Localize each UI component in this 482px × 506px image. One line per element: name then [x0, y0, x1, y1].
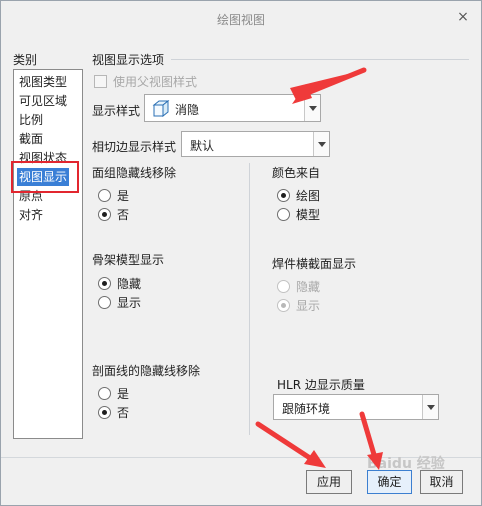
- section-hidden-label: 剖面线的隐藏线移除: [92, 364, 201, 378]
- tangent-edge-dropdown[interactable]: 默认: [181, 131, 330, 157]
- watermark: Baidu 经验: [367, 456, 445, 472]
- hlr-quality-label: HLR 边显示质量: [277, 378, 365, 392]
- weld-show-label: 显示: [296, 299, 321, 313]
- category-list[interactable]: 视图类型 可见区域 比例 截面 视图状态 视图显示 原点 对齐: [13, 69, 83, 439]
- skeleton-display-label: 骨架模型显示: [92, 253, 165, 267]
- section-hidden-yes-label: 是: [117, 387, 130, 401]
- chevron-down-icon[interactable]: [313, 132, 329, 156]
- section-hidden-yes-radio[interactable]: [98, 387, 111, 400]
- weld-hide-radio[interactable]: [277, 280, 290, 293]
- color-from-model-label: 模型: [296, 208, 321, 222]
- face-group-no-label: 否: [117, 208, 130, 222]
- weld-show-radio[interactable]: [277, 299, 290, 312]
- skeleton-show-label: 显示: [117, 296, 142, 310]
- tangent-edge-label: 相切边显示样式: [92, 140, 177, 154]
- section-hidden-no-radio[interactable]: [98, 406, 111, 419]
- tangent-edge-value: 默认: [190, 139, 215, 153]
- close-icon[interactable]: ×: [455, 9, 471, 25]
- weld-hide-label: 隐藏: [296, 280, 321, 294]
- hidden-line-cube-icon: [152, 100, 170, 117]
- face-group-yes-label: 是: [117, 189, 130, 203]
- hlr-quality-dropdown[interactable]: 跟随环境: [273, 394, 439, 420]
- section-divider: [171, 59, 469, 60]
- category-item-visible-area[interactable]: 可见区域: [19, 92, 67, 110]
- display-style-value: 消隐: [175, 103, 200, 117]
- dialog-title: 绘图视图: [216, 13, 265, 27]
- ok-button[interactable]: 确定: [367, 470, 412, 494]
- category-item-view-type[interactable]: 视图类型: [19, 73, 67, 91]
- color-from-label: 颜色来自: [272, 166, 321, 180]
- color-from-model-radio[interactable]: [277, 208, 290, 221]
- color-from-drawing-label: 绘图: [296, 189, 321, 203]
- skeleton-hide-radio[interactable]: [98, 277, 111, 290]
- face-group-hidden-label: 面组隐藏线移除: [92, 166, 177, 180]
- dialog-window: 绘图视图 × 类别 视图类型 可见区域 比例 截面 视图状态 视图显示 原点 对…: [0, 0, 482, 506]
- skeleton-hide-label: 隐藏: [117, 277, 142, 291]
- face-group-yes-radio[interactable]: [98, 189, 111, 202]
- column-divider: [249, 163, 250, 435]
- hlr-quality-value: 跟随环境: [282, 402, 331, 416]
- chevron-down-icon[interactable]: [304, 95, 320, 121]
- color-from-drawing-radio[interactable]: [277, 189, 290, 202]
- category-item-scale[interactable]: 比例: [19, 111, 43, 129]
- chevron-down-icon[interactable]: [422, 395, 438, 419]
- section-title: 视图显示选项: [92, 53, 165, 67]
- highlight-box: [11, 161, 79, 193]
- category-item-section[interactable]: 截面: [19, 130, 43, 148]
- skeleton-show-radio[interactable]: [98, 296, 111, 309]
- face-group-no-radio[interactable]: [98, 208, 111, 221]
- cancel-button[interactable]: 取消: [420, 470, 463, 494]
- title-bar: 绘图视图 ×: [1, 1, 481, 35]
- display-style-dropdown[interactable]: 消隐: [144, 94, 321, 122]
- weld-section-label: 焊件横截面显示: [272, 257, 357, 271]
- use-parent-style-checkbox[interactable]: [94, 75, 107, 88]
- apply-button[interactable]: 应用: [306, 470, 352, 494]
- use-parent-style-label: 使用父视图样式: [113, 75, 198, 89]
- display-style-label: 显示样式: [92, 104, 141, 118]
- category-label: 类别: [13, 53, 38, 67]
- category-item-alignment[interactable]: 对齐: [19, 206, 43, 224]
- section-hidden-no-label: 否: [117, 406, 130, 420]
